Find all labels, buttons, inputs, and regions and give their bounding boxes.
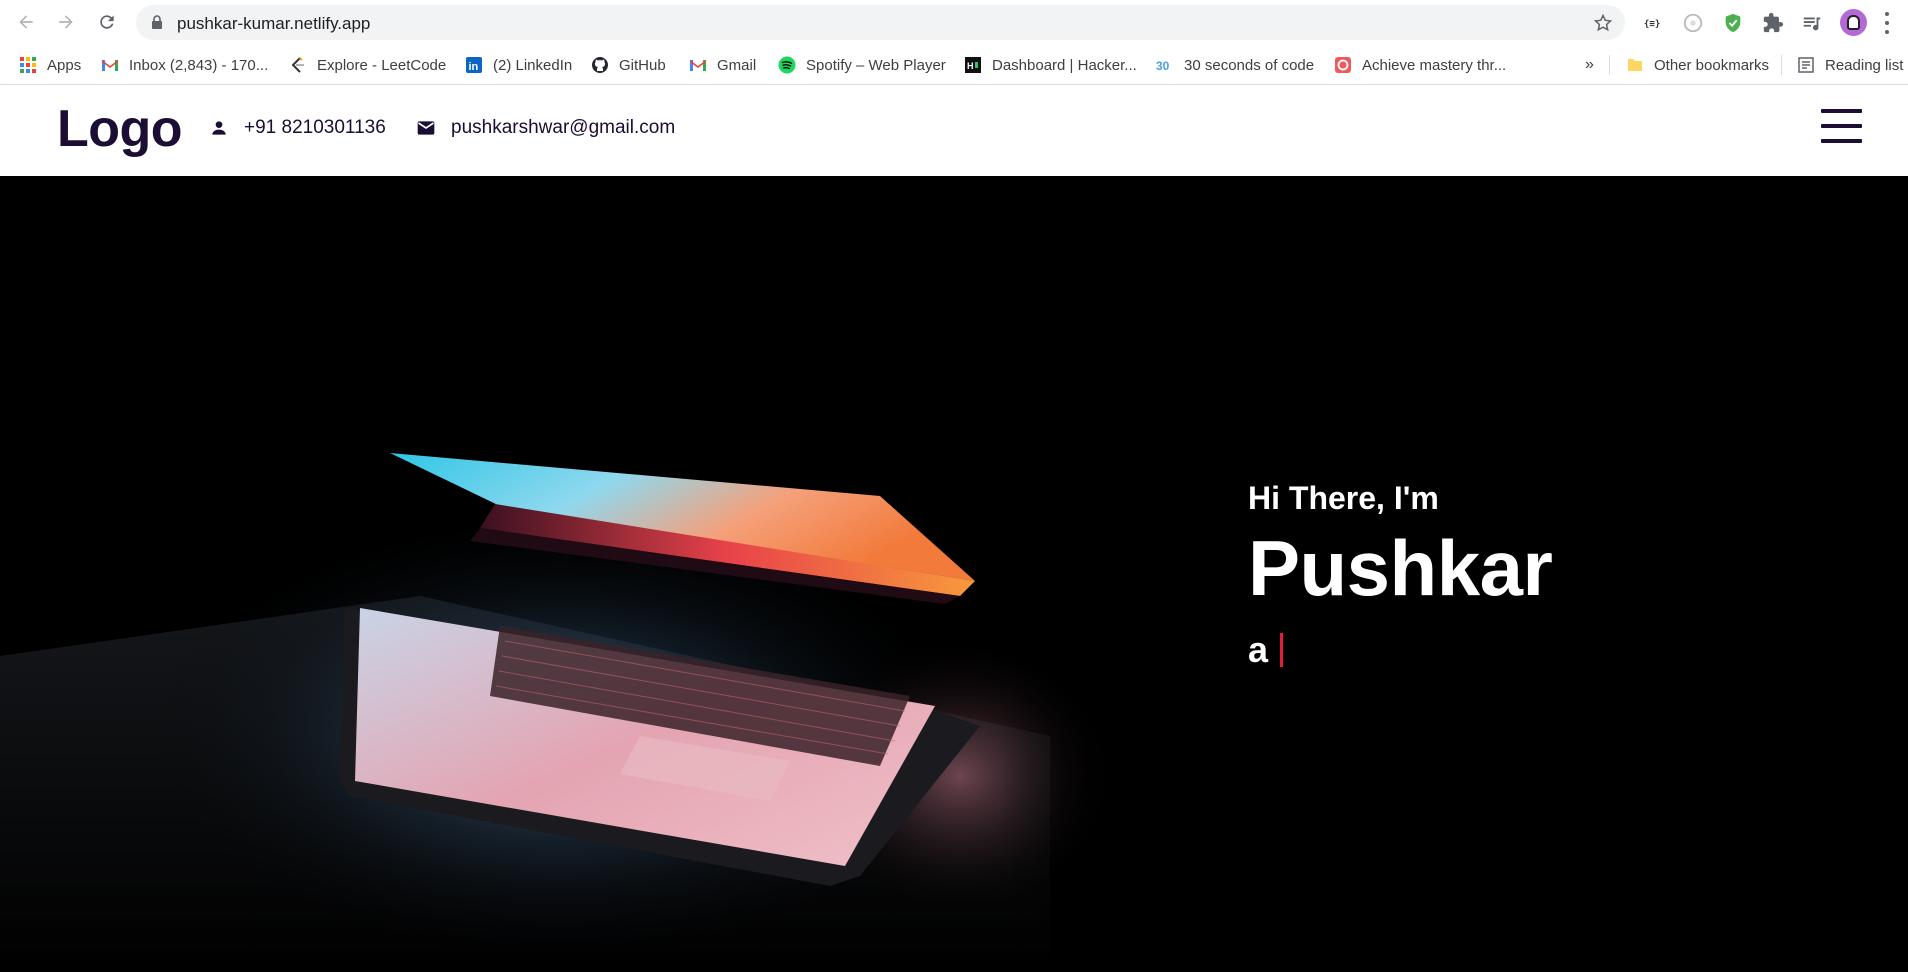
person-icon	[208, 117, 230, 139]
reading-list-icon	[1797, 56, 1815, 74]
bookmark-leetcode[interactable]: Explore - LeetCode	[289, 53, 446, 77]
hackerrank-icon: H	[964, 56, 982, 74]
folder-icon	[1626, 56, 1644, 74]
site-logo[interactable]: Logo	[57, 99, 183, 159]
color-picker-extension-icon[interactable]	[1681, 11, 1705, 35]
bookmark-other-folder[interactable]: Other bookmarks	[1626, 53, 1769, 77]
svg-text:H: H	[967, 61, 974, 71]
role-prefix: a	[1248, 629, 1269, 670]
svg-text:{≡}: {≡}	[1644, 19, 1661, 30]
bookmark-hackerrank[interactable]: H Dashboard | Hacker...	[964, 53, 1137, 77]
bookmark-label: Inbox (2,843) - 170...	[129, 56, 269, 74]
reading-list-button[interactable]: Reading list	[1797, 53, 1903, 77]
codecademy-icon	[1334, 56, 1352, 74]
bookmarks-bar: Apps Inbox (2,843) - 170... Explore - Le…	[0, 45, 1908, 85]
bookmark-label: 30 seconds of code	[1184, 56, 1315, 74]
gmail-icon	[689, 56, 707, 74]
bookmark-label: Spotify – Web Player	[806, 56, 946, 74]
bookmark-apps[interactable]: Apps	[19, 53, 81, 77]
json-formatter-extension-icon[interactable]: {≡}	[1641, 11, 1665, 35]
profile-face-icon	[1847, 15, 1860, 30]
bookmarks-overflow-button[interactable]: »	[1585, 53, 1594, 77]
github-icon	[591, 56, 609, 74]
bookmark-label: Gmail	[717, 56, 757, 74]
forward-button[interactable]	[54, 10, 78, 34]
bookmark-30-seconds[interactable]: 30 30 seconds of code	[1156, 53, 1314, 77]
leetcode-icon	[289, 56, 307, 74]
bookmark-label: Dashboard | Hacker...	[992, 56, 1137, 74]
bookmark-label: GitHub	[619, 56, 666, 74]
bookmark-label: Other bookmarks	[1654, 56, 1770, 74]
svg-text:in: in	[469, 61, 479, 73]
bookmark-codecademy[interactable]: Achieve mastery thr...	[1334, 53, 1506, 77]
back-arrow-icon	[19, 15, 33, 29]
address-bar[interactable]: pushkar-kumar.netlify.app	[136, 5, 1625, 40]
bookmark-label: (2) LinkedIn	[493, 56, 573, 74]
bookmark-inbox[interactable]: Inbox (2,843) - 170...	[101, 53, 268, 77]
overflow-label: »	[1585, 56, 1594, 73]
email-address: pushkarshwar@gmail.com	[451, 117, 676, 138]
bookmark-label: Achieve mastery thr...	[1362, 56, 1507, 74]
hero-section: Hi There, I'm Pushkar a	[0, 176, 1908, 972]
forward-arrow-icon	[59, 15, 73, 29]
bookmark-github[interactable]: GitHub	[591, 53, 666, 77]
extensions-puzzle-icon[interactable]	[1761, 11, 1785, 35]
bookmark-label: Reading list	[1825, 56, 1904, 74]
url-text: pushkar-kumar.netlify.app	[177, 14, 371, 33]
browser-menu-icon[interactable]	[1884, 12, 1890, 34]
bookmark-separator	[1781, 55, 1782, 75]
browser-toolbar: pushkar-kumar.netlify.app {≡}	[0, 0, 1908, 45]
bookmark-label: Explore - LeetCode	[317, 56, 447, 74]
site-header: Logo +91 8210301136 pushkarshwar@gmail.c…	[0, 85, 1908, 176]
bookmark-linkedin[interactable]: in (2) LinkedIn	[465, 53, 572, 77]
bookmark-gmail[interactable]: Gmail	[689, 53, 756, 77]
bookmark-separator	[1609, 55, 1610, 75]
hero-greeting: Hi There, I'm	[1248, 480, 1439, 516]
linkedin-icon: in	[465, 56, 483, 74]
media-control-icon[interactable]	[1800, 11, 1824, 35]
gmail-icon	[101, 56, 119, 74]
shield-extension-icon[interactable]	[1721, 11, 1745, 35]
mail-icon	[415, 117, 437, 139]
30-seconds-icon: 30	[1156, 56, 1174, 74]
phone-contact[interactable]: +91 8210301136	[208, 115, 386, 141]
back-button[interactable]	[14, 10, 38, 34]
bookmark-star-icon[interactable]	[1593, 13, 1613, 33]
bookmark-spotify[interactable]: Spotify – Web Player	[778, 53, 946, 77]
phone-number: +91 8210301136	[244, 117, 386, 138]
hero-text: Hi There, I'm Pushkar a	[1248, 480, 1553, 671]
hero-typed-role: a	[1248, 629, 1552, 671]
profile-avatar[interactable]	[1840, 9, 1867, 36]
hamburger-menu-icon[interactable]	[1821, 109, 1862, 143]
lock-icon	[152, 15, 162, 29]
svg-text:30: 30	[1156, 59, 1170, 73]
reload-icon	[100, 15, 114, 29]
apps-grid-icon	[19, 56, 37, 74]
spotify-icon	[778, 56, 796, 74]
email-contact[interactable]: pushkarshwar@gmail.com	[415, 115, 675, 141]
hero-name: Pushkar	[1248, 524, 1553, 612]
laptop-hero-image	[0, 176, 1250, 972]
typing-caret	[1280, 633, 1284, 667]
bookmark-label: Apps	[47, 56, 82, 74]
reload-button[interactable]	[95, 10, 119, 34]
